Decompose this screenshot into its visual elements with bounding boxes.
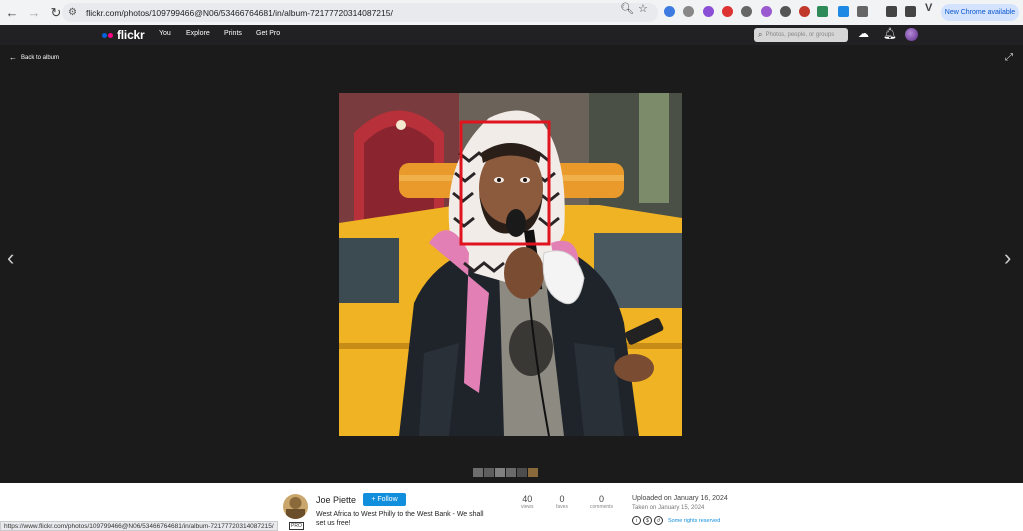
notifications-bell-icon[interactable]: 🔔︎: [883, 27, 897, 40]
filmstrip-thumb[interactable]: [517, 468, 527, 477]
comments-label: comments: [590, 504, 614, 510]
follow-button[interactable]: + Follow: [363, 493, 406, 506]
faves-count: 0: [559, 494, 565, 504]
license-info[interactable]: i $ ↺ Some rights reserved: [632, 516, 720, 525]
rights-link[interactable]: Some rights reserved: [668, 518, 720, 524]
back-to-album-link[interactable]: ← Back to album: [9, 53, 59, 62]
extension-gray-icon[interactable]: [683, 6, 694, 17]
main-photo: [339, 93, 682, 436]
filmstrip: [473, 468, 538, 477]
user-avatar[interactable]: [905, 28, 918, 41]
owner-name[interactable]: Joe Piette: [316, 495, 356, 505]
cc-noncommercial-icon: $: [643, 516, 652, 525]
previous-photo-icon[interactable]: ‹: [7, 245, 14, 271]
photo-viewer: ← Back to album ⤢ ‹ ›: [0, 45, 1023, 483]
nav-prints[interactable]: Prints: [224, 30, 242, 37]
browser-toolbar: ← → ↻ ⚙ flickr.com/photos/109799466@N06/…: [0, 0, 1023, 25]
cc-sharealike-icon: ↺: [654, 516, 663, 525]
zoom-icon[interactable]: 🔍︎: [620, 2, 634, 15]
owner-avatar-image: [283, 494, 308, 519]
taken-date: Taken on January 15, 2024: [632, 505, 705, 511]
extension-gear-icon[interactable]: [780, 6, 791, 17]
flickr-header: flickr You Explore Prints Get Pro ⌕ Phot…: [0, 25, 1023, 45]
extension-violet-icon[interactable]: [761, 6, 772, 17]
extension-camera-icon[interactable]: [741, 6, 752, 17]
faves-stat: 0 faves: [556, 494, 568, 510]
site-info-icon[interactable]: ⚙: [68, 7, 82, 18]
extensions-puzzle-icon[interactable]: [857, 6, 868, 17]
logo-text: flickr: [117, 28, 145, 42]
extension-red-icon[interactable]: [722, 6, 733, 17]
flickr-logo[interactable]: flickr: [102, 28, 145, 42]
views-count: 40: [522, 494, 533, 504]
logo-pink-dot-icon: [108, 32, 113, 38]
uploaded-date: Uploaded on January 16, 2024: [632, 495, 728, 502]
search-input[interactable]: ⌕ Photos, people, or groups: [754, 28, 848, 42]
nav-you[interactable]: You: [159, 30, 171, 37]
views-stat: 40 views: [521, 494, 534, 510]
nav-get-pro[interactable]: Get Pro: [256, 30, 280, 37]
extension-red-dot-icon[interactable]: [799, 6, 810, 17]
forward-arrow-icon[interactable]: →: [24, 3, 44, 23]
extension-green-badge-icon[interactable]: [817, 6, 828, 17]
filmstrip-thumb[interactable]: [495, 468, 505, 477]
views-label: views: [521, 504, 534, 510]
side-panel-icon[interactable]: [905, 6, 916, 17]
faves-label: faves: [556, 504, 568, 510]
filmstrip-thumb[interactable]: [473, 468, 483, 477]
search-placeholder: Photos, people, or groups: [765, 32, 835, 38]
media-control-icon[interactable]: [886, 6, 897, 17]
back-to-album-label: Back to album: [21, 54, 60, 61]
new-chrome-button[interactable]: New Chrome available: [941, 4, 1019, 21]
nav-explore[interactable]: Explore: [186, 30, 210, 37]
left-arrow-icon: ←: [9, 53, 17, 62]
comments-count: 0: [599, 494, 605, 504]
owner-avatar[interactable]: [283, 494, 308, 519]
profile-v-icon[interactable]: V: [925, 2, 932, 14]
url-text: flickr.com/photos/109799466@N06/53466764…: [86, 7, 393, 18]
comments-stat: 0 comments: [590, 494, 613, 510]
fullscreen-expand-icon[interactable]: ⤢: [1005, 52, 1013, 63]
logo-blue-dot-icon: [102, 32, 107, 38]
photo-description: West Africa to West Philly to the West B…: [316, 511, 484, 527]
pro-badge: PRO: [289, 522, 304, 530]
filmstrip-thumb[interactable]: [484, 468, 494, 477]
photo-image: [339, 93, 682, 436]
back-arrow-icon[interactable]: ←: [2, 3, 22, 23]
status-bar-url: https://www.flickr.com/photos/109799466@…: [0, 521, 278, 531]
bookmark-star-icon[interactable]: ☆: [638, 2, 648, 15]
address-bar[interactable]: ⚙ flickr.com/photos/109799466@N06/534667…: [62, 3, 658, 22]
filmstrip-thumb[interactable]: [506, 468, 516, 477]
extension-blue-icon[interactable]: [838, 6, 849, 17]
filmstrip-thumb[interactable]: [528, 468, 538, 477]
extension-shield-icon[interactable]: [664, 6, 675, 17]
upload-cloud-icon[interactable]: ☁: [858, 27, 869, 40]
cc-attribution-icon: i: [632, 516, 641, 525]
next-photo-icon[interactable]: ›: [1004, 245, 1011, 271]
search-icon: ⌕: [758, 30, 763, 39]
extension-purple-icon[interactable]: [703, 6, 714, 17]
